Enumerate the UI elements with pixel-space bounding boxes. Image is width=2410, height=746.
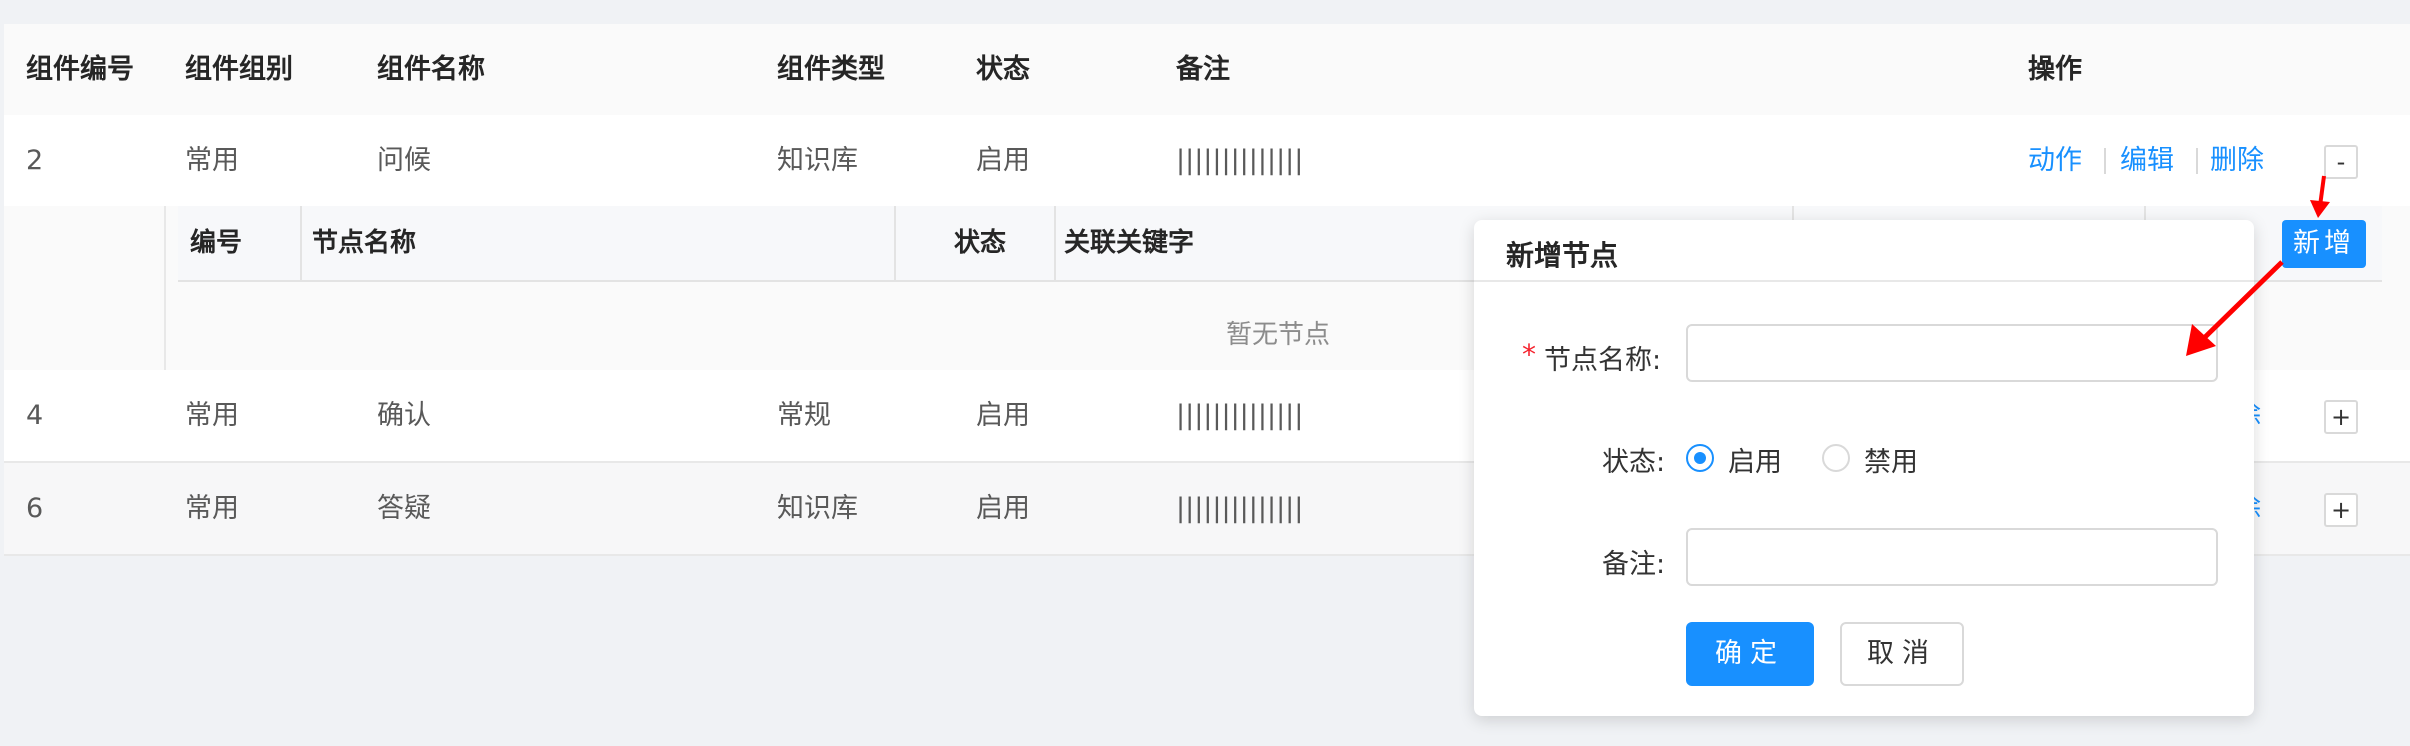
- cell-id: 2: [26, 145, 44, 176]
- node-name-input[interactable]: [1686, 324, 2218, 382]
- action-divider: [2104, 148, 2106, 174]
- add-node-popover: 新增节点 * 节点名称: 状态: 启用 禁用 备注: 确定 取消: [1474, 220, 2254, 716]
- th-component-group: 组件组别: [185, 54, 293, 85]
- cell-type: 知识库: [777, 493, 858, 524]
- cell-type: 常规: [777, 400, 831, 431]
- status-label: 状态:: [1602, 447, 1666, 478]
- cell-group: 常用: [185, 145, 239, 176]
- remark-label: 备注:: [1602, 549, 1666, 580]
- cell-type: 知识库: [777, 145, 858, 176]
- cell-group: 常用: [185, 493, 239, 524]
- th-component-type: 组件类型: [777, 54, 885, 85]
- add-node-button[interactable]: 新增: [2282, 220, 2366, 268]
- delete-link[interactable]: 删除: [2210, 115, 2264, 206]
- empty-nodes-text: 暂无节点: [1226, 320, 1331, 350]
- th-status: 状态: [976, 54, 1030, 85]
- popover-title-text: 新增节点: [1506, 239, 1619, 272]
- status-enabled-label[interactable]: 启用: [1728, 440, 1782, 479]
- status-enabled-radio[interactable]: [1686, 444, 1714, 472]
- confirm-button[interactable]: 确定: [1686, 622, 1814, 686]
- required-mark: *: [1522, 338, 1536, 371]
- cell-name: 问候: [377, 145, 431, 176]
- cancel-button[interactable]: 取消: [1840, 622, 1964, 686]
- column-divider: [894, 206, 896, 280]
- th-component-id: 组件编号: [26, 54, 134, 85]
- cell-status: 启用: [976, 400, 1030, 431]
- sub-th-keywords: 关联关键字: [1064, 228, 1195, 258]
- cell-id: 4: [26, 400, 44, 431]
- cell-remark: ||||||||||||||: [1176, 145, 1304, 176]
- cell-name: 确认: [377, 400, 431, 431]
- action-divider: [2196, 148, 2198, 174]
- th-remark: 备注: [1176, 54, 1230, 85]
- cell-remark: ||||||||||||||: [1176, 400, 1304, 431]
- action-link[interactable]: 动作: [2028, 115, 2082, 206]
- expand-row-button[interactable]: +: [2324, 400, 2358, 434]
- cell-status: 启用: [976, 145, 1030, 176]
- cell-remark: ||||||||||||||: [1176, 493, 1304, 524]
- status-disabled-radio[interactable]: [1822, 444, 1850, 472]
- sub-th-node-name: 节点名称: [312, 228, 417, 258]
- remark-input[interactable]: [1686, 528, 2218, 586]
- edit-link[interactable]: 编辑: [2120, 115, 2174, 206]
- cell-group: 常用: [185, 400, 239, 431]
- table-header: 组件编号 组件组别 组件名称 组件类型 状态 备注 操作: [4, 24, 2410, 117]
- expand-row-button[interactable]: +: [2324, 493, 2358, 527]
- sub-th-id: 编号: [190, 228, 243, 258]
- cell-status: 启用: [976, 493, 1030, 524]
- column-divider: [300, 206, 302, 280]
- collapse-row-button[interactable]: -: [2324, 145, 2358, 179]
- cell-name: 答疑: [377, 493, 431, 524]
- node-name-label: 节点名称:: [1544, 345, 1662, 376]
- column-divider: [1054, 206, 1056, 280]
- th-actions: 操作: [2028, 54, 2082, 85]
- status-disabled-label[interactable]: 禁用: [1864, 440, 1918, 479]
- th-component-name: 组件名称: [377, 54, 485, 85]
- table-row: 2 常用 问候 知识库 启用 |||||||||||||| 动作 编辑 删除 -: [4, 115, 2410, 208]
- sub-th-status: 状态: [954, 228, 1007, 258]
- popover-title: 新增节点: [1474, 220, 2254, 282]
- cell-id: 6: [26, 493, 44, 524]
